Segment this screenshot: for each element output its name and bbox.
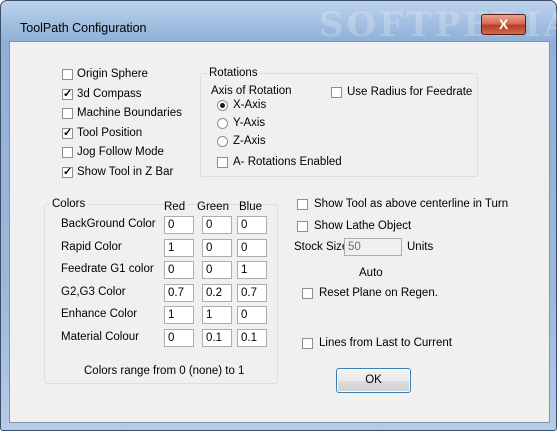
axis-radio-label: X-Axis xyxy=(233,99,267,111)
auto-label: Auto xyxy=(359,267,383,279)
color-header-blue: Blue xyxy=(239,201,263,213)
color-value-input[interactable]: 0 xyxy=(237,306,267,325)
units-label: Units xyxy=(407,241,434,253)
color-value-input[interactable]: 1 xyxy=(237,261,267,280)
color-value-input[interactable]: 1 xyxy=(164,306,194,325)
color-value-input[interactable]: 0.1 xyxy=(202,329,232,347)
color-header-red: Red xyxy=(164,201,186,213)
display-option-checkbox[interactable]: ✓ xyxy=(62,127,73,139)
color-header-green: Green xyxy=(197,201,229,213)
axis-radio[interactable] xyxy=(217,118,228,129)
color-row-label: BackGround Color xyxy=(61,218,156,230)
display-option-label: Jog Follow Mode xyxy=(77,146,164,158)
lines-last-current-checkbox[interactable] xyxy=(302,338,313,349)
display-option-checkbox[interactable] xyxy=(62,69,73,80)
display-option-checkbox[interactable]: ✓ xyxy=(62,88,73,100)
axis-radio-label: Z-Axis xyxy=(233,135,266,147)
color-row-label: Rapid Color xyxy=(61,240,122,253)
show-tool-above-label: Show Tool as above centerline in Turn xyxy=(314,198,509,210)
color-row-label: Feedrate G1 color xyxy=(61,263,154,276)
reset-plane-label: Reset Plane on Regen. xyxy=(319,287,438,299)
ok-button[interactable]: OK xyxy=(336,368,411,393)
color-value-input[interactable]: 0 xyxy=(237,216,267,234)
use-radius-label: Use Radius for Feedrate xyxy=(347,86,473,98)
stock-size-input[interactable]: 50 xyxy=(344,238,402,256)
color-value-input[interactable]: 0 xyxy=(202,261,232,280)
show-lathe-checkbox[interactable] xyxy=(297,221,308,232)
color-value-input[interactable]: 0 xyxy=(164,329,194,347)
dialog-window: SOFTPEDIA ToolPath Configuration X Origi… xyxy=(0,0,557,431)
a-rotations-checkbox[interactable] xyxy=(217,157,228,168)
display-option-checkbox[interactable] xyxy=(62,108,73,119)
display-option-label: Origin Sphere xyxy=(77,68,148,80)
axis-radio[interactable] xyxy=(217,136,228,147)
color-value-input[interactable]: 0 xyxy=(164,216,194,234)
show-tool-above-checkbox[interactable] xyxy=(297,199,308,210)
display-option-label: Show Tool in Z Bar xyxy=(77,165,174,178)
display-option-checkbox[interactable] xyxy=(62,147,73,158)
axis-radio-label: Y-Axis xyxy=(233,117,266,129)
use-radius-checkbox[interactable] xyxy=(331,87,342,98)
axis-of-rotation-label: Axis of Rotation xyxy=(211,85,292,97)
colors-group-label: Colors xyxy=(50,198,88,210)
color-value-input[interactable]: 0 xyxy=(202,216,232,234)
color-value-input[interactable]: 0 xyxy=(237,238,267,257)
close-button[interactable]: X xyxy=(481,14,526,35)
display-option-label: 3d Compass xyxy=(77,87,142,100)
stock-size-label: Stock Size xyxy=(294,241,349,253)
display-option-label: Machine Boundaries xyxy=(77,107,182,119)
color-value-input[interactable]: 0.7 xyxy=(237,283,267,302)
color-value-input[interactable]: 0.1 xyxy=(237,329,267,347)
display-option-checkbox[interactable]: ✓ xyxy=(62,166,73,178)
color-row-label: G2,G3 Color xyxy=(61,285,126,298)
color-value-input[interactable]: 1 xyxy=(202,306,232,325)
show-lathe-label: Show Lathe Object xyxy=(314,220,412,232)
a-rotations-label: A- Rotations Enabled xyxy=(233,156,342,168)
color-value-input[interactable]: 0.7 xyxy=(164,283,194,302)
display-option-label: Tool Position xyxy=(77,126,143,139)
window-title: ToolPath Configuration xyxy=(20,21,147,35)
color-row-label: Material Colour xyxy=(61,331,139,343)
colors-range-note: Colors range from 0 (none) to 1 xyxy=(84,365,245,377)
color-value-input[interactable]: 0 xyxy=(202,238,232,257)
color-value-input[interactable]: 0.2 xyxy=(202,283,232,302)
dialog-client-area: Origin Sphere ✓ 3d Compass Machine Boundari… xyxy=(9,41,550,423)
color-row-label: Enhance Color xyxy=(61,308,138,321)
rotations-group-label: Rotations xyxy=(207,67,260,79)
lines-last-current-label: Lines from Last to Current xyxy=(319,337,452,349)
color-value-input[interactable]: 1 xyxy=(164,238,194,257)
color-value-input[interactable]: 0 xyxy=(164,261,194,280)
axis-radio[interactable] xyxy=(217,100,228,111)
reset-plane-checkbox[interactable] xyxy=(302,288,313,299)
